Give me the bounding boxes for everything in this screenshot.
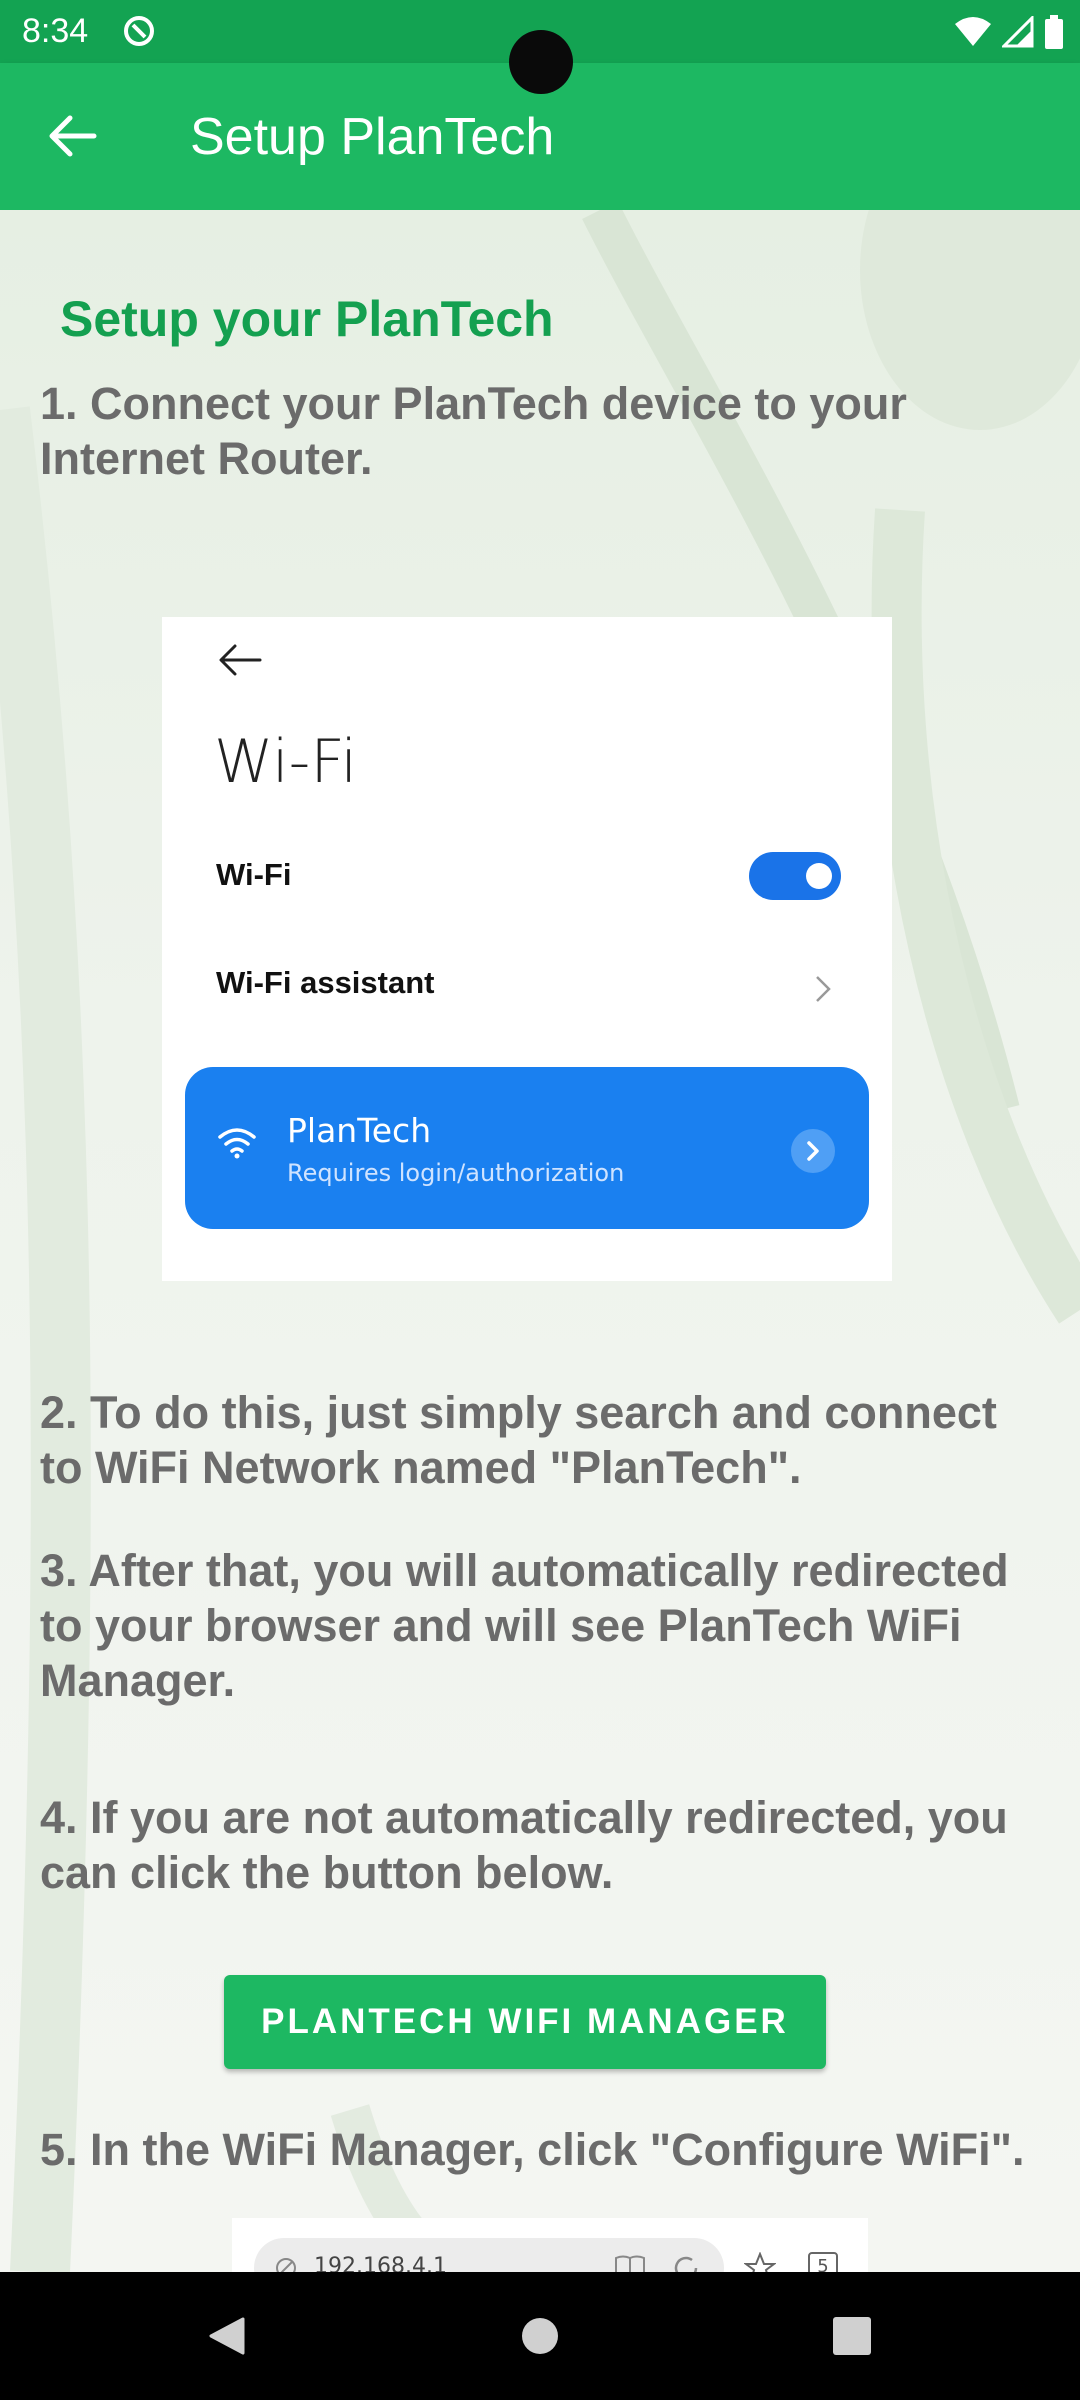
status-time: 8:34 — [22, 12, 89, 50]
cell-signal-icon — [1002, 16, 1034, 48]
step-5-text: 5. In the WiFi Manager, click "Configure… — [40, 2124, 1025, 2175]
wifi-toggle — [749, 852, 841, 900]
step-4-text: 4. If you are not automatically redirect… — [40, 1792, 1008, 1898]
arrow-left-icon — [49, 115, 97, 157]
step-3-text: 3. After that, you will automatically re… — [40, 1545, 1009, 1706]
browser-illustration: 192.168.4.1 5 — [232, 2218, 868, 2272]
wifi-assistant-label: Wi-Fi assistant — [216, 965, 435, 1000]
url-text: 192.168.4.1 — [314, 2254, 447, 2272]
circle-home-icon — [522, 2318, 558, 2354]
app-notification-icon — [124, 16, 154, 46]
network-item-plantech: PlanTech Requires login/authorization — [185, 1067, 869, 1229]
wifi-icon — [218, 1128, 256, 1159]
square-recents-icon — [833, 2317, 871, 2355]
nav-back-button[interactable] — [190, 2300, 262, 2372]
wifi-signal-icon — [955, 17, 991, 46]
setup-heading: Setup your PlanTech — [60, 291, 554, 347]
chevron-right-icon — [791, 1129, 835, 1173]
chevron-right-icon — [816, 976, 831, 1002]
book-icon — [615, 2255, 645, 2272]
network-status: Requires login/authorization — [287, 1159, 625, 1187]
triangle-back-icon — [209, 2317, 245, 2355]
camera-cutout — [509, 30, 573, 94]
nav-home-button[interactable] — [504, 2300, 576, 2372]
battery-icon — [1045, 15, 1063, 49]
step-1-text: 1. Connect your PlanTech device to your … — [40, 378, 907, 484]
step-2-text: 2. To do this, just simply search and co… — [40, 1387, 997, 1493]
back-button[interactable] — [40, 103, 106, 169]
wifi-row-label: Wi-Fi — [216, 857, 292, 892]
url-bar: 192.168.4.1 — [254, 2238, 724, 2272]
no-connection-icon — [276, 2258, 296, 2272]
refresh-icon — [674, 2256, 698, 2272]
system-nav-bar — [0, 2272, 1080, 2400]
status-icons — [954, 12, 1064, 52]
setup-content[interactable]: Setup your PlanTech 1. Connect your Plan… — [0, 210, 1080, 2272]
toggle-knob — [806, 863, 832, 889]
network-name: PlanTech — [287, 1111, 432, 1150]
illustration-title: Wi-Fi — [214, 727, 358, 797]
tabs-count-icon: 5 — [808, 2252, 838, 2272]
plantech-wifi-manager-button[interactable]: PLANTECH WIFI MANAGER — [224, 1975, 826, 2069]
wifi-settings-illustration: Wi-Fi Wi-Fi Wi-Fi assistant PlanTech Req… — [162, 617, 892, 1281]
nav-recents-button[interactable] — [816, 2300, 888, 2372]
page-title: Setup PlanTech — [190, 108, 555, 166]
arrow-left-icon — [219, 644, 262, 676]
star-icon — [744, 2252, 776, 2272]
